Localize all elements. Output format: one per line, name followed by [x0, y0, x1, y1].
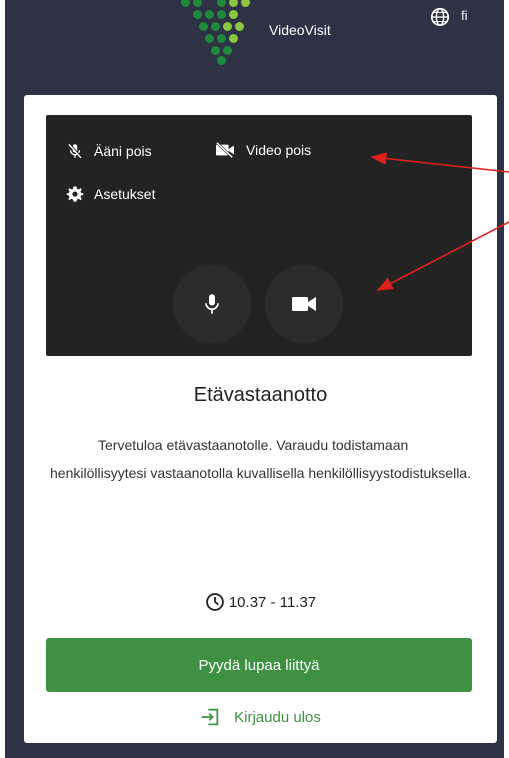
- logout-icon: [201, 708, 219, 726]
- mic-icon: [205, 294, 219, 314]
- camera-button[interactable]: [265, 265, 343, 343]
- mute-audio-toggle[interactable]: Ääni pois: [66, 141, 152, 161]
- visit-card: Ääni pois Video pois Asetukset Etävastaa…: [24, 95, 497, 743]
- settings-button[interactable]: Asetukset: [66, 185, 155, 203]
- app-root: VideoVisit fi Ääni pois Video pois Asetu…: [0, 0, 509, 758]
- mute-video-toggle[interactable]: Video pois: [214, 141, 311, 159]
- appointment-time: 10.37 - 11.37: [24, 592, 497, 612]
- microphone-button[interactable]: [173, 265, 251, 343]
- settings-label: Asetukset: [94, 186, 156, 202]
- page-title: Etävastaanotto: [193, 384, 328, 406]
- brand-name: VideoVisit: [269, 22, 331, 38]
- language-selector[interactable]: fi: [461, 8, 468, 23]
- video-camera-icon: [292, 297, 316, 311]
- gear-icon: [66, 186, 84, 202]
- mic-off-icon: [68, 143, 83, 159]
- logout-label: Kirjaudu ulos: [234, 708, 321, 726]
- mute-audio-label: Ääni pois: [94, 143, 152, 159]
- request-join-button[interactable]: Pyydä lupaa liittyä: [46, 638, 472, 692]
- video-off-icon: [215, 141, 235, 159]
- video-preview-panel: Ääni pois Video pois Asetukset: [46, 115, 472, 356]
- time-range: 10.37 - 11.37: [228, 593, 317, 611]
- logout-link[interactable]: Kirjaudu ulos: [24, 708, 497, 726]
- welcome-text: Tervetuloa etävastaanotolle. Varaudu tod…: [50, 437, 471, 481]
- videovisit-logo: [175, 0, 255, 66]
- globe-icon[interactable]: [429, 6, 451, 28]
- clock-icon: [206, 593, 224, 611]
- mute-video-label: Video pois: [246, 142, 312, 158]
